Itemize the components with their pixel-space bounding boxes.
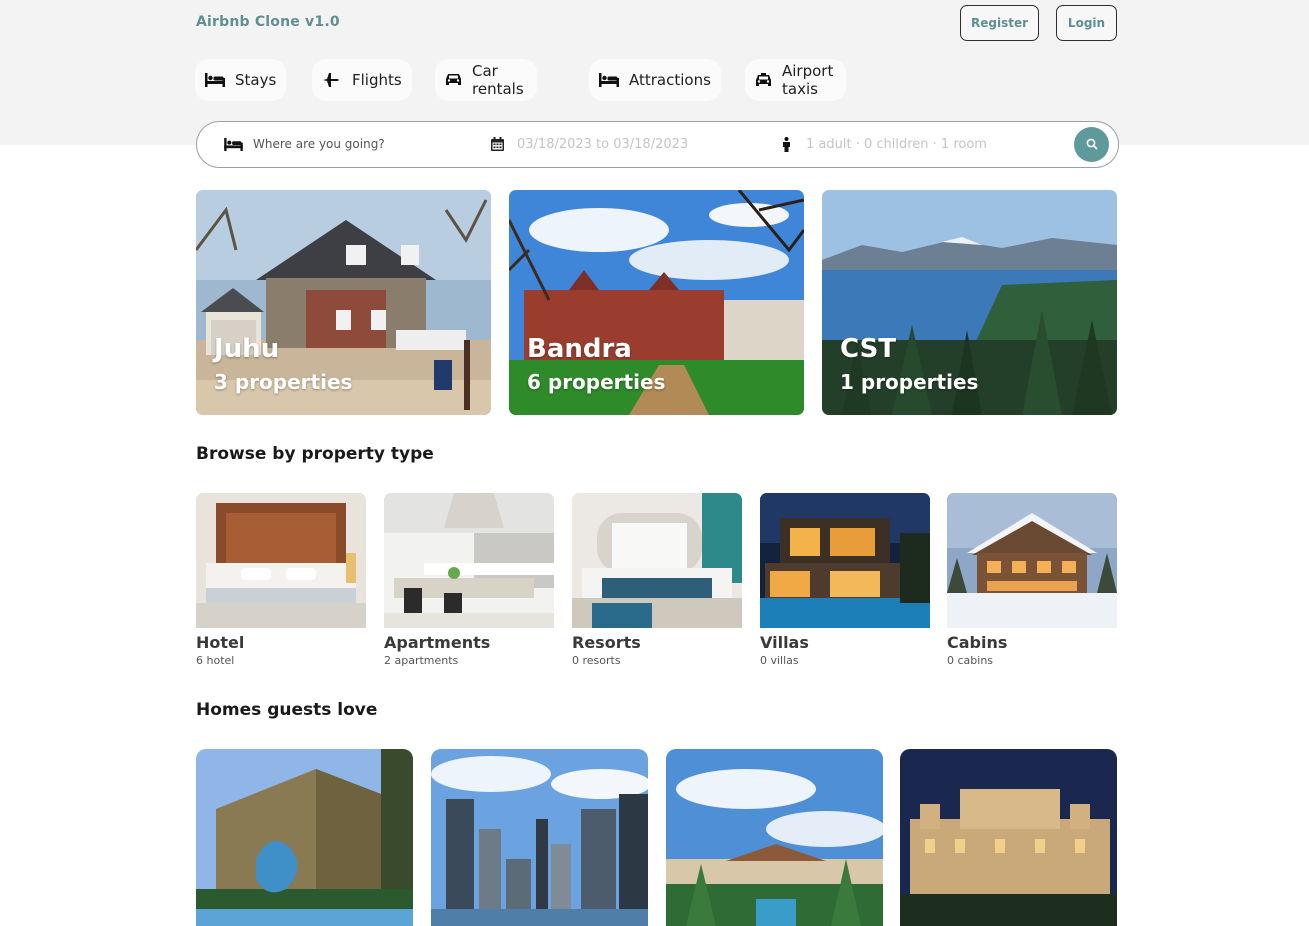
guests-value: 1 adult · 0 children · 1 room — [806, 136, 987, 152]
guests-field[interactable]: 1 adult · 0 children · 1 room — [776, 122, 987, 166]
featured-name: Juhu — [214, 334, 280, 364]
property-type-name: Hotel — [196, 633, 245, 652]
register-button[interactable]: Register — [960, 5, 1039, 41]
tab-attractions-label: Attractions — [629, 71, 711, 89]
bed-icon — [223, 137, 243, 151]
home-card[interactable] — [431, 749, 648, 926]
bed-icon — [599, 72, 619, 88]
featured-card-bandra[interactable]: Bandra 6 properties — [509, 190, 804, 415]
hotel-image — [196, 493, 366, 628]
home-card[interactable] — [900, 749, 1117, 926]
date-range-value: 03/18/2023 to 03/18/2023 — [517, 136, 689, 152]
resorts-image — [572, 493, 742, 628]
property-types-title: Browse by property type — [196, 444, 434, 464]
property-type-count: 0 villas — [760, 654, 799, 667]
property-type-name: Villas — [760, 633, 809, 652]
car-icon — [445, 72, 462, 88]
tab-car-rentals-label: Car rentals — [472, 62, 524, 98]
property-type-cabins[interactable]: Cabins 0 cabins — [947, 493, 1117, 667]
homes-title: Homes guests love — [196, 700, 378, 720]
tab-car-rentals[interactable]: Car rentals — [435, 59, 537, 101]
home-card[interactable] — [196, 749, 413, 926]
featured-count: 1 properties — [840, 370, 979, 394]
property-type-count: 0 cabins — [947, 654, 994, 667]
home-card[interactable] — [666, 749, 883, 926]
property-type-name: Resorts — [572, 633, 641, 652]
search-bar: 03/18/2023 to 03/18/2023 1 adult · 0 chi… — [196, 121, 1119, 168]
tab-stays[interactable]: Stays — [195, 59, 287, 101]
person-icon — [776, 136, 796, 152]
property-type-count: 0 resorts — [572, 654, 621, 667]
tab-airport-taxis[interactable]: Airport taxis — [745, 59, 847, 101]
property-type-villas[interactable]: Villas 0 villas — [760, 493, 930, 667]
brand-logo[interactable]: Airbnb Clone v1.0 — [196, 14, 340, 30]
tab-airport-taxis-label: Airport taxis — [782, 62, 834, 98]
featured-count: 3 properties — [214, 370, 353, 394]
featured-card-juhu[interactable]: Juhu 3 properties — [196, 190, 491, 415]
bed-icon — [205, 72, 225, 88]
date-range-field[interactable]: 03/18/2023 to 03/18/2023 — [487, 122, 688, 166]
home-image — [666, 749, 883, 926]
property-type-hotel[interactable]: Hotel 6 hotel — [196, 493, 366, 667]
destination-field[interactable] — [223, 122, 453, 166]
property-type-count: 6 hotel — [196, 654, 235, 667]
tab-flights[interactable]: Flights — [312, 59, 412, 101]
tab-flights-label: Flights — [352, 71, 402, 89]
property-type-name: Apartments — [384, 633, 491, 652]
apartments-image — [384, 493, 554, 628]
home-image — [431, 749, 648, 926]
featured-name: CST — [840, 334, 897, 364]
search-icon — [1086, 135, 1098, 154]
property-type-apartments[interactable]: Apartments 2 apartments — [384, 493, 554, 667]
destination-input[interactable] — [253, 137, 453, 151]
featured-card-cst[interactable]: CST 1 properties — [822, 190, 1117, 415]
home-image — [900, 749, 1117, 926]
property-type-name: Cabins — [947, 633, 1008, 652]
cabins-image — [947, 493, 1117, 628]
tab-attractions[interactable]: Attractions — [589, 59, 721, 101]
calendar-icon — [487, 137, 507, 151]
villas-image — [760, 493, 930, 628]
tab-stays-label: Stays — [235, 71, 277, 89]
plane-icon — [322, 72, 342, 88]
featured-name: Bandra — [527, 334, 632, 364]
search-button[interactable] — [1074, 127, 1109, 162]
featured-count: 6 properties — [527, 370, 666, 394]
property-type-resorts[interactable]: Resorts 0 resorts — [572, 493, 742, 667]
home-image — [196, 749, 413, 926]
login-button[interactable]: Login — [1056, 5, 1117, 41]
property-type-count: 2 apartments — [384, 654, 459, 667]
taxi-icon — [755, 72, 772, 88]
